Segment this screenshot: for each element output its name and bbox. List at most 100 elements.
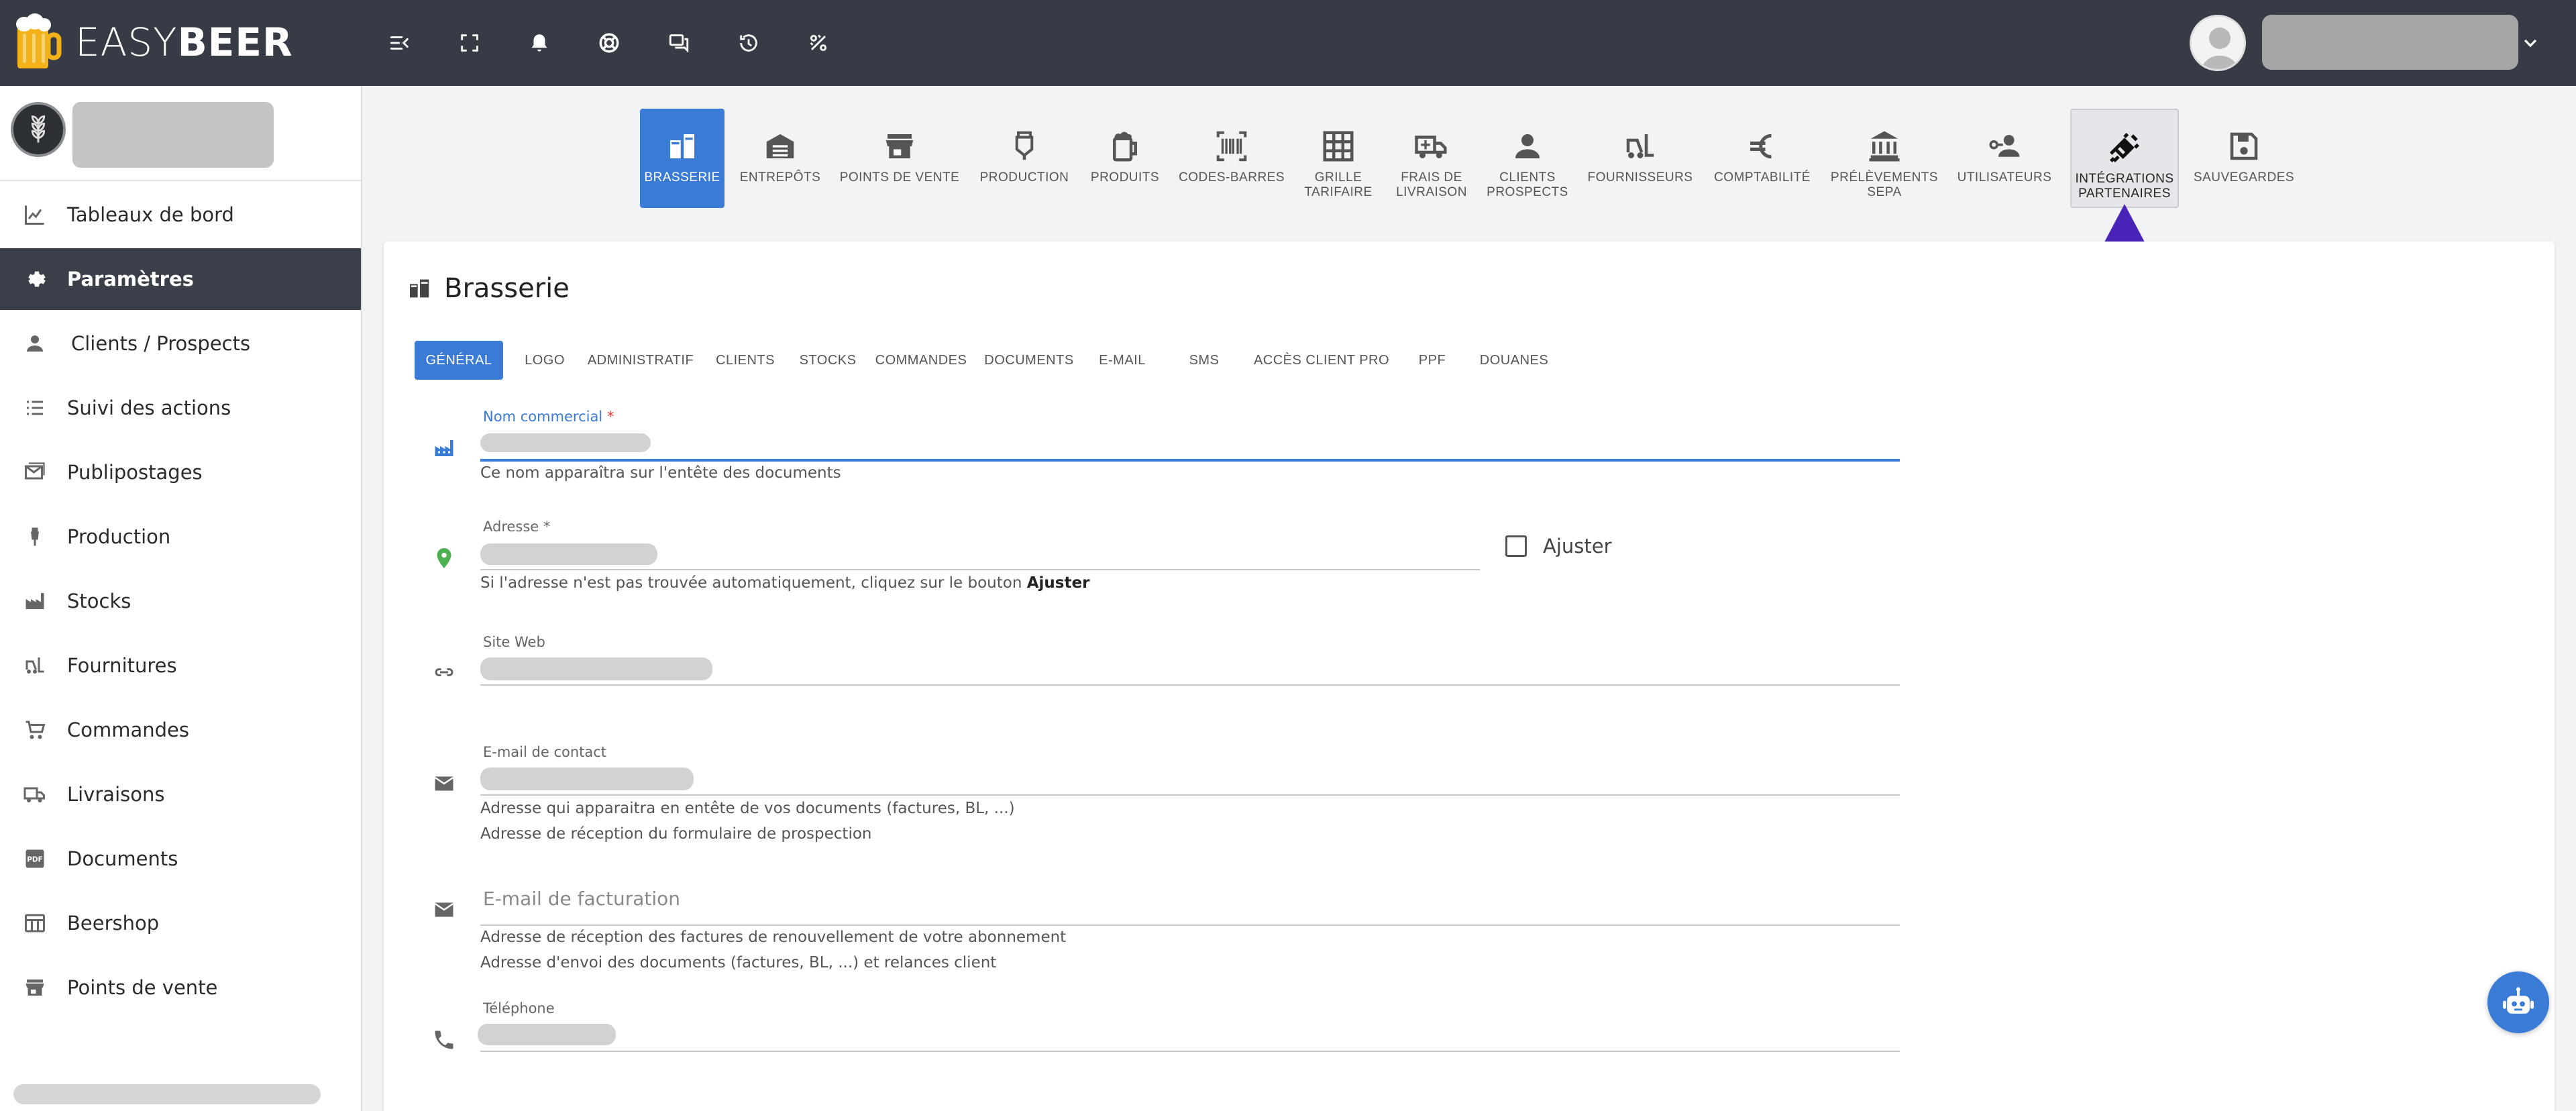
sidebar-item-label: Publipostages	[67, 461, 203, 484]
sidebar-item-label: Commandes	[67, 719, 190, 741]
email-facturation-helper-2: Adresse d'envoi des documents (factures,…	[480, 954, 997, 971]
ajuster-checkbox[interactable]	[1505, 535, 1527, 557]
tab-prelevements-sepa[interactable]: Prélèvements SEPA	[1826, 109, 1943, 208]
chatbot-button[interactable]	[2487, 971, 2549, 1033]
gear-icon	[21, 266, 48, 293]
tab-comptabilite[interactable]: Comptabilité	[1711, 109, 1814, 208]
sidebar-item-label: Clients / Prospects	[71, 332, 251, 355]
email-contact-input[interactable]	[480, 768, 694, 790]
tab-label: Comptabilité	[1714, 170, 1811, 184]
tab-production[interactable]: Production	[975, 109, 1073, 208]
sidebar-item-production[interactable]: Production	[0, 506, 361, 568]
settings-card: Brasserie GÉNÉRAL LOGO ADMINISTRATIF CLI…	[384, 242, 2555, 1111]
tab-label: Production	[979, 170, 1069, 184]
tab-utilisateurs[interactable]: Utilisateurs	[1955, 109, 2054, 208]
sidebar-item-stocks[interactable]: Stocks	[0, 570, 361, 632]
bell-icon[interactable]	[523, 27, 555, 59]
percent-icon[interactable]	[802, 27, 835, 59]
subtab-email[interactable]: E-MAIL	[1088, 341, 1157, 380]
subtab-stocks[interactable]: STOCKS	[794, 341, 861, 380]
fullscreen-icon[interactable]	[453, 27, 486, 59]
tab-sauvegardes[interactable]: Sauvegardes	[2190, 109, 2298, 208]
tab-label: Fournisseurs	[1587, 170, 1693, 184]
sidebar-item-label: Livraisons	[67, 783, 165, 806]
sidebar-item-clients-prospects[interactable]: Clients / Prospects	[0, 313, 361, 374]
tab-points-de-vente[interactable]: Points de vente	[836, 109, 963, 208]
sidebar-item-livraisons[interactable]: Livraisons	[0, 763, 361, 825]
sidebar-item-label: Suivi des actions	[67, 396, 231, 419]
mail-icon	[21, 459, 48, 486]
nom-commercial-underline	[480, 459, 1900, 462]
adresse-helper: Si l'adresse n'est pas trouvée automatiq…	[480, 574, 1090, 592]
subtab-acces-client-pro[interactable]: ACCÈS CLIENT PRO	[1252, 341, 1391, 380]
tab-label: Utilisateurs	[1957, 170, 2052, 184]
sidebar-item-parametres[interactable]: Paramètres	[0, 248, 361, 310]
sidebar-item-label: Stocks	[67, 590, 131, 613]
brand[interactable]: EASYBEER	[0, 0, 362, 86]
factory-icon	[432, 436, 456, 460]
user-name-redacted[interactable]	[2262, 15, 2518, 70]
cart-icon	[21, 717, 48, 743]
robot-icon	[2503, 987, 2534, 1014]
sidebar-item-suivi-des-actions[interactable]: Suivi des actions	[0, 377, 361, 439]
sidebar-scrollbar[interactable]	[13, 1084, 321, 1104]
menu-collapse-icon[interactable]	[384, 27, 416, 59]
nom-commercial-input[interactable]	[480, 433, 651, 452]
svg-text:PDF: PDF	[27, 856, 43, 864]
sidebar-item-beershop[interactable]: Beershop	[0, 892, 361, 954]
sidebar-item-commandes[interactable]: Commandes	[0, 699, 361, 761]
tab-entrepots[interactable]: Entrepôts	[737, 109, 824, 208]
subtab-commandes[interactable]: COMMANDES	[872, 341, 970, 380]
tab-fournisseurs[interactable]: Fournisseurs	[1582, 109, 1699, 208]
tab-integrations-partenaires[interactable]: Intégrations partenaires	[2070, 109, 2179, 208]
telephone-input[interactable]	[478, 1024, 616, 1045]
person-icon	[1509, 127, 1546, 165]
beer-mug-icon	[1106, 127, 1144, 165]
tab-grille-tarifaire[interactable]: Grille tarifaire	[1299, 109, 1378, 208]
nom-commercial-label: Nom commercial *	[483, 409, 614, 425]
chat-icon[interactable]	[663, 27, 695, 59]
sidebar-item-publipostages[interactable]: Publipostages	[0, 441, 361, 503]
support-icon[interactable]	[593, 27, 625, 59]
sidebar-item-tableaux-de-bord[interactable]: Tableaux de bord	[0, 184, 361, 246]
sidebar-item-documents[interactable]: PDF Documents	[0, 828, 361, 890]
site-web-input[interactable]	[480, 657, 712, 680]
tab-label: Frais de livraison	[1396, 170, 1467, 199]
sidebar-item-label: Documents	[67, 847, 178, 870]
subtab-logo[interactable]: LOGO	[515, 341, 574, 380]
tab-frais-de-livraison[interactable]: Frais de livraison	[1390, 109, 1473, 208]
brewery-name-redacted	[72, 102, 274, 168]
email-facturation-input[interactable]: E-mail de facturation	[483, 887, 680, 911]
tab-clients-prospects[interactable]: Clients prospects	[1485, 109, 1570, 208]
sidebar-item-label: Tableaux de bord	[67, 203, 234, 226]
chevron-down-icon[interactable]	[2520, 32, 2541, 54]
subtab-sms[interactable]: SMS	[1167, 341, 1241, 380]
subtab-administratif[interactable]: ADMINISTRATIF	[585, 341, 696, 380]
history-icon[interactable]	[733, 27, 765, 59]
tab-label: Codes-barres	[1178, 170, 1285, 184]
tab-brasserie[interactable]: Brasserie	[640, 109, 724, 208]
tab-label: Produits	[1090, 170, 1160, 184]
person-icon	[21, 330, 48, 357]
sidebar-item-label: Beershop	[67, 912, 160, 935]
plug-icon	[2106, 129, 2143, 166]
tab-codes-barres[interactable]: Codes-barres	[1177, 109, 1287, 208]
wheat-icon	[31, 115, 46, 143]
adresse-input[interactable]	[480, 543, 657, 565]
subtab-douanes[interactable]: DOUANES	[1473, 341, 1555, 380]
brewery-logo[interactable]	[11, 102, 66, 157]
top-bar: EASYBEER	[0, 0, 2576, 86]
subtab-clients[interactable]: CLIENTS	[707, 341, 784, 380]
warehouse-icon	[761, 127, 799, 165]
subtab-ppf[interactable]: PPF	[1402, 341, 1462, 380]
tab-label: Intégrations partenaires	[2075, 172, 2174, 201]
avatar[interactable]	[2190, 15, 2246, 71]
subtab-documents[interactable]: DOCUMENTS	[981, 341, 1077, 380]
subtab-general[interactable]: GÉNÉRAL	[415, 341, 503, 380]
tab-produits[interactable]: Produits	[1085, 109, 1165, 208]
sidebar-item-fournitures[interactable]: Fournitures	[0, 635, 361, 696]
grid-icon	[1320, 127, 1357, 165]
sidebar-item-label: Production	[67, 525, 171, 548]
sidebar-item-points-de-vente[interactable]: Points de vente	[0, 957, 361, 1018]
tab-label: Points de vente	[839, 170, 960, 184]
